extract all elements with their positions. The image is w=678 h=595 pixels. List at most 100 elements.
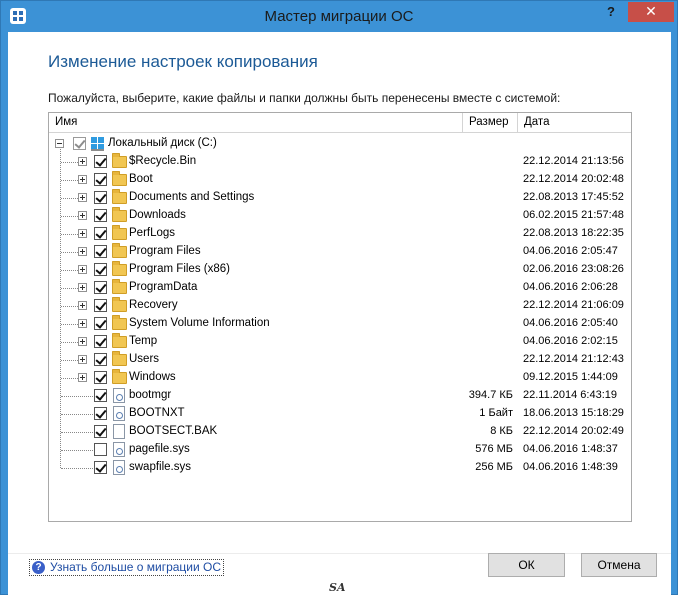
window-title: Мастер миграции ОС (264, 8, 414, 25)
expand-toggle[interactable] (78, 157, 87, 166)
expand-toggle[interactable] (78, 193, 87, 202)
collapse-toggle[interactable] (55, 139, 64, 148)
item-date: 09.12.2015 1:44:09 (523, 371, 618, 383)
title-bar[interactable]: Мастер миграции ОС ? ✕ (1, 1, 677, 32)
tree-row[interactable]: Temp 04.06.2016 2:02:15 (49, 333, 631, 351)
item-date: 22.12.2014 20:02:49 (523, 425, 624, 437)
item-checkbox[interactable] (94, 299, 107, 312)
item-checkbox[interactable] (94, 371, 107, 384)
tree-row[interactable]: Boot 22.12.2014 20:02:48 (49, 171, 631, 189)
item-checkbox[interactable] (94, 443, 107, 456)
tree-branch-line (61, 468, 93, 469)
system-file-icon (113, 388, 125, 403)
tree-branch-line (61, 360, 78, 361)
tree-row[interactable]: System Volume Information 04.06.2016 2:05… (49, 315, 631, 333)
tree-branch-line (61, 234, 78, 235)
item-checkbox[interactable] (94, 425, 107, 438)
item-date: 22.11.2014 6:43:19 (523, 389, 617, 401)
item-date: 04.06.2016 2:05:47 (523, 245, 618, 257)
item-size: 256 МБ (475, 461, 513, 473)
tree-row-root[interactable]: Локальный диск (C:) (49, 135, 631, 153)
item-checkbox[interactable] (94, 173, 107, 186)
expand-toggle[interactable] (78, 211, 87, 220)
item-checkbox[interactable] (94, 245, 107, 258)
tree-row[interactable]: ProgramData 04.06.2016 2:06:28 (49, 279, 631, 297)
tree-row[interactable]: bootmgr 394.7 КБ 22.11.2014 6:43:19 (49, 387, 631, 405)
file-tree[interactable]: Имя Размер Дата Локальный диск (C:) $Recy… (48, 112, 632, 522)
item-date: 22.12.2014 21:06:09 (523, 299, 624, 311)
learn-more-link[interactable]: ? Узнать больше о миграции ОС (29, 559, 225, 576)
column-header-size[interactable]: Размер (463, 113, 518, 133)
folder-icon (112, 351, 127, 366)
item-date: 22.12.2014 21:12:43 (523, 353, 624, 365)
tree-branch-line (61, 342, 78, 343)
drive-icon (90, 136, 106, 152)
item-checkbox[interactable] (94, 263, 107, 276)
tree-row[interactable]: Downloads 06.02.2015 21:57:48 (49, 207, 631, 225)
cancel-button[interactable]: Отмена (581, 553, 657, 577)
item-checkbox[interactable] (94, 191, 107, 204)
tree-branch-line (61, 198, 78, 199)
tree-header: Имя Размер Дата (49, 113, 631, 133)
item-date: 04.06.2016 1:48:37 (523, 443, 618, 455)
item-size: 8 КБ (490, 425, 513, 437)
tree-row[interactable]: Program Files (x86) 02.06.2016 23:08:26 (49, 261, 631, 279)
item-name: PerfLogs (129, 227, 176, 239)
item-checkbox[interactable] (94, 407, 107, 420)
item-checkbox[interactable] (94, 317, 107, 330)
expand-toggle[interactable] (78, 355, 87, 364)
root-checkbox[interactable] (73, 137, 86, 150)
item-checkbox[interactable] (94, 335, 107, 348)
tree-row[interactable]: BOOTSECT.BAK 8 КБ 22.12.2014 20:02:49 (49, 423, 631, 441)
item-checkbox[interactable] (94, 389, 107, 402)
tree-branch-line (61, 378, 78, 379)
tree-row[interactable]: PerfLogs 22.08.2013 18:22:35 (49, 225, 631, 243)
expand-toggle[interactable] (78, 229, 87, 238)
expand-toggle[interactable] (78, 265, 87, 274)
tree-row[interactable]: Program Files 04.06.2016 2:05:47 (49, 243, 631, 261)
tree-row[interactable]: Users 22.12.2014 21:12:43 (49, 351, 631, 369)
expand-toggle[interactable] (78, 319, 87, 328)
item-name: Program Files (x86) (129, 263, 230, 275)
folder-icon (112, 225, 127, 240)
help-button[interactable]: ? (602, 4, 620, 24)
expand-toggle[interactable] (78, 175, 87, 184)
system-file-icon (113, 460, 125, 475)
tree-branch-line (61, 396, 93, 397)
tree-row[interactable]: Windows 09.12.2015 1:44:09 (49, 369, 631, 387)
item-name: Users (129, 353, 160, 365)
item-name: Documents and Settings (129, 191, 255, 203)
tree-row[interactable]: BOOTNXT 1 Байт 18.06.2013 15:18:29 (49, 405, 631, 423)
item-size: 1 Байт (479, 407, 513, 419)
instruction-text: Пожалуйста, выберите, какие файлы и папк… (48, 91, 561, 105)
watermark: SA (329, 581, 346, 594)
item-size: 394.7 КБ (468, 389, 513, 401)
expand-toggle[interactable] (78, 337, 87, 346)
expand-toggle[interactable] (78, 301, 87, 310)
item-name: Program Files (129, 245, 201, 257)
tree-row[interactable]: $Recycle.Bin 22.12.2014 21:13:56 (49, 153, 631, 171)
tree-row[interactable]: Documents and Settings 22.08.2013 17:45:5… (49, 189, 631, 207)
item-checkbox[interactable] (94, 227, 107, 240)
expand-toggle[interactable] (78, 373, 87, 382)
expand-toggle[interactable] (78, 247, 87, 256)
item-checkbox[interactable] (94, 461, 107, 474)
item-checkbox[interactable] (94, 353, 107, 366)
tree-branch-line (61, 414, 93, 415)
tree-row[interactable]: Recovery 22.12.2014 21:06:09 (49, 297, 631, 315)
tree-row[interactable]: swapfile.sys 256 МБ 04.06.2016 1:48:39 (49, 459, 631, 477)
tree-branch-line (61, 162, 78, 163)
close-button[interactable]: ✕ (628, 2, 674, 22)
column-header-date[interactable]: Дата (518, 113, 631, 133)
expand-toggle[interactable] (78, 283, 87, 292)
item-checkbox[interactable] (94, 155, 107, 168)
footer-divider (8, 553, 671, 554)
item-checkbox[interactable] (94, 209, 107, 222)
column-header-name[interactable]: Имя (49, 113, 463, 133)
item-name: bootmgr (129, 389, 172, 401)
ok-button[interactable]: ОК (488, 553, 565, 577)
item-name: pagefile.sys (129, 443, 190, 455)
tree-row[interactable]: pagefile.sys 576 МБ 04.06.2016 1:48:37 (49, 441, 631, 459)
item-name: System Volume Information (129, 317, 270, 329)
item-checkbox[interactable] (94, 281, 107, 294)
